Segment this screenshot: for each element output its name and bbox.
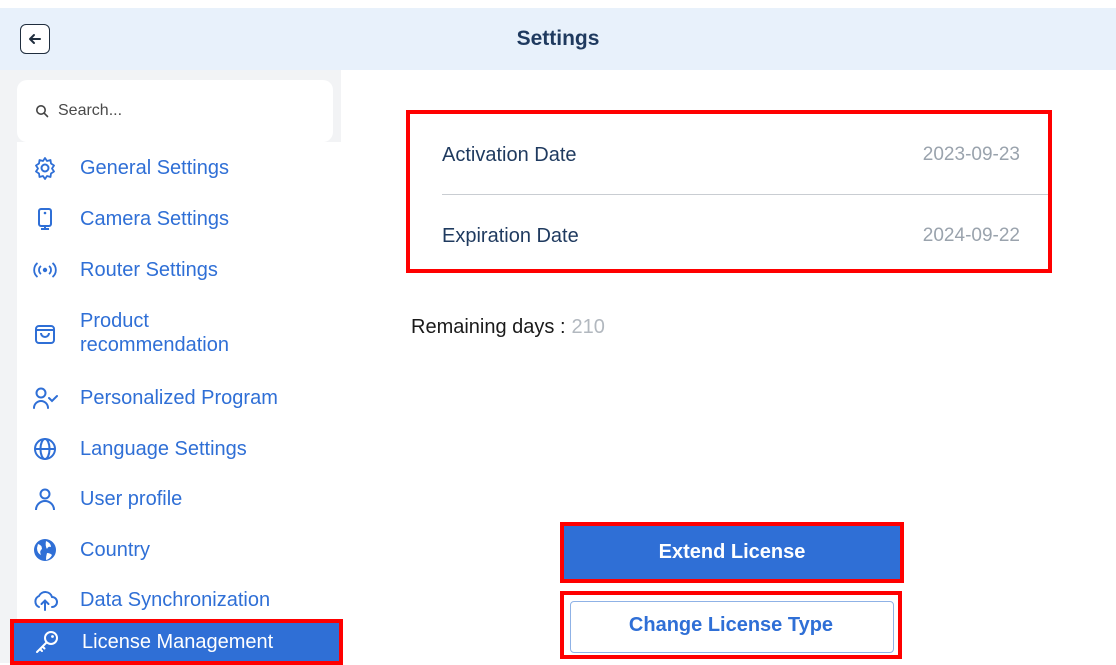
gear-icon [32,155,58,181]
sidebar-item-camera-settings[interactable]: Camera Settings [32,206,229,232]
remaining-days: Remaining days :210 [411,316,605,339]
sidebar-item-user-profile[interactable]: User profile [32,486,182,512]
user-icon [32,486,58,512]
page-title: Settings [516,27,600,50]
sidebar-item-label: Personalized Program [80,387,278,409]
sidebar-item-product-recommendation[interactable]: Product recommendation [32,309,229,357]
sidebar-item-general-settings[interactable]: General Settings [32,155,229,181]
broadcast-icon [32,257,58,283]
remaining-days-value: 210 [571,316,605,338]
remaining-days-label: Remaining days : [411,316,566,338]
divider [442,194,1048,195]
sidebar-item-language-settings[interactable]: Language Settings [32,436,247,462]
user-check-icon [32,385,58,411]
camera-device-icon [32,206,58,232]
activation-date-value: 2023-09-23 [922,144,1020,165]
sidebar-item-label: Camera Settings [80,208,229,230]
expiration-date-value: 2024-09-22 [922,225,1020,246]
app-header: Settings [0,8,1116,70]
sidebar-item-label: User profile [80,488,183,510]
change-license-type-label: Change License Type [628,613,834,636]
activation-date-row: Activation Date 2023-09-23 [442,116,1048,194]
sidebar-item-country[interactable]: Country [32,537,150,563]
earth-icon [32,537,58,563]
key-icon [34,629,60,655]
search-box[interactable]: Search... [17,80,333,142]
expiration-date-label: Expiration Date [442,224,579,247]
sidebar-item-data-synchronization[interactable]: Data Synchronization [32,587,270,613]
extend-license-label: Extend License [658,541,806,563]
sidebar-item-license-management[interactable]: License Management [10,619,343,665]
sidebar-item-router-settings[interactable]: Router Settings [32,257,218,283]
search-icon [36,105,49,118]
extend-license-button[interactable]: Extend License [560,522,904,583]
sidebar-item-label: Router Settings [80,259,218,281]
sidebar-item-label: License Management [82,631,274,653]
change-license-type-button[interactable]: Change License Type [560,591,902,659]
globe-icon [32,436,58,462]
activation-date-label: Activation Date [442,143,577,166]
sidebar-item-label: General Settings [80,157,229,179]
search-input[interactable]: Search... [58,102,122,120]
sidebar-item-personalized-program[interactable]: Personalized Program [32,385,278,411]
sidebar-item-label: Data Synchronization [80,589,271,611]
cloud-upload-icon [32,587,58,613]
shopping-bag-icon [32,320,58,346]
sidebar-item-label: Country [80,539,151,561]
sidebar-item-label: Language Settings [80,438,247,460]
expiration-date-row: Expiration Date 2024-09-22 [442,197,1048,275]
sidebar-item-label: Product recommendation [80,310,229,356]
license-dates-card: Activation Date 2023-09-23 Expiration Da… [406,110,1052,273]
